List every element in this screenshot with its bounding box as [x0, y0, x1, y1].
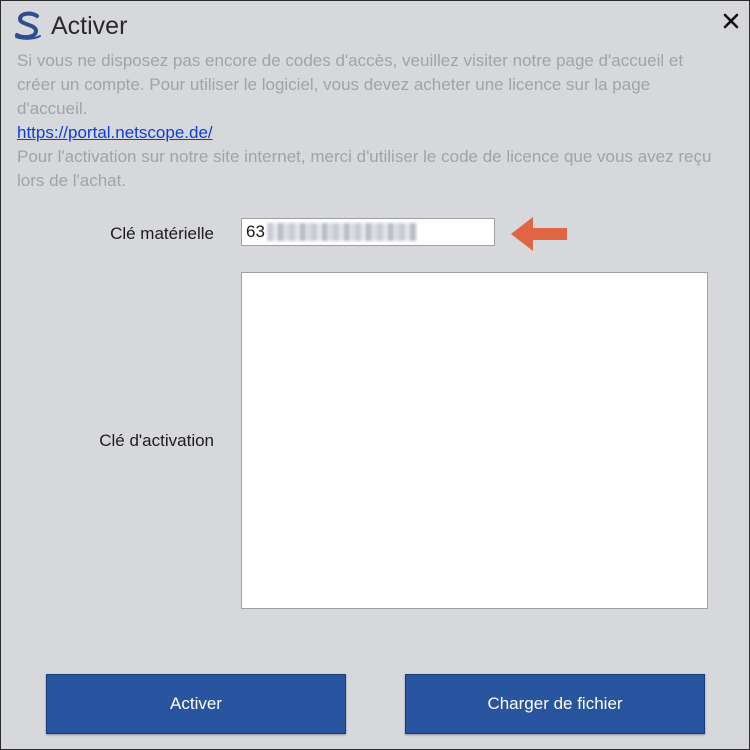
info-paragraph: Si vous ne disposez pas encore de codes … [17, 51, 684, 118]
portal-link[interactable]: https://portal.netscope.de/ [17, 121, 213, 145]
window-title: Activer [51, 12, 128, 40]
hardware-key-value: 63 [246, 222, 265, 241]
hardware-key-field[interactable]: 63 [241, 218, 495, 246]
close-button[interactable] [717, 7, 745, 35]
load-file-button[interactable]: Charger de fichier [405, 674, 705, 734]
activation-dialog: Activer Si vous ne disposez pas encore d… [0, 0, 750, 750]
activate-button[interactable]: Activer [46, 674, 346, 734]
close-icon [723, 13, 739, 29]
arrow-left-icon [511, 217, 567, 251]
hardware-key-label: Clé matérielle [110, 224, 214, 243]
activation-key-input[interactable] [241, 272, 708, 609]
activation-key-label: Clé d'activation [99, 431, 214, 450]
app-logo-icon [15, 11, 41, 40]
title-bar: Activer [1, 1, 749, 49]
info-paragraph: Pour l'activation sur notre site interne… [17, 147, 712, 190]
redacted-hardware-key [266, 223, 417, 241]
info-text: Si vous ne disposez pas encore de codes … [17, 49, 717, 193]
